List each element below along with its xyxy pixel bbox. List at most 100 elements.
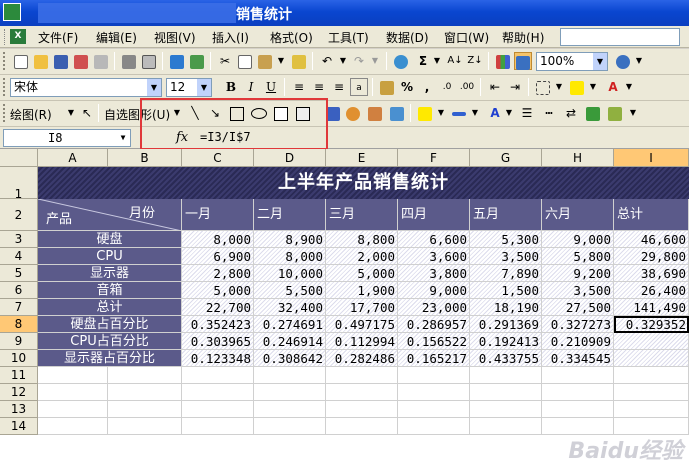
empty-cell[interactable] bbox=[108, 384, 182, 401]
empty-cell[interactable] bbox=[326, 367, 398, 384]
data-cell[interactable]: 32,400 bbox=[254, 299, 326, 316]
data-cell[interactable]: 9,200 bbox=[542, 265, 614, 282]
empty-cell[interactable] bbox=[542, 401, 614, 418]
empty-cell[interactable] bbox=[614, 384, 689, 401]
data-cell[interactable]: 0.112994 bbox=[326, 333, 398, 350]
empty-cell[interactable] bbox=[326, 418, 398, 435]
font-color-button[interactable]: A bbox=[604, 78, 622, 96]
research-icon[interactable] bbox=[188, 52, 206, 70]
data-cell[interactable]: 3,800 bbox=[398, 265, 470, 282]
data-cell[interactable]: 0.210909 bbox=[542, 333, 614, 350]
menu-format[interactable]: 格式(O) bbox=[270, 29, 313, 46]
data-cell[interactable]: 7,890 bbox=[470, 265, 542, 282]
data-cell[interactable]: 2,800 bbox=[182, 265, 254, 282]
menu-help[interactable]: 帮助(H) bbox=[502, 29, 544, 46]
data-cell[interactable]: 9,000 bbox=[542, 231, 614, 248]
column-header-g[interactable]: G bbox=[470, 149, 542, 167]
row-header-4[interactable]: 4 bbox=[0, 248, 38, 265]
data-cell[interactable]: 3,600 bbox=[398, 248, 470, 265]
data-cell[interactable]: 0.308642 bbox=[254, 350, 326, 367]
dash-style-icon[interactable]: ┅ bbox=[540, 104, 558, 122]
font-name-combo[interactable]: 宋体 ▼ bbox=[10, 78, 162, 97]
empty-cell[interactable] bbox=[542, 418, 614, 435]
menu-file[interactable]: 文件(F) bbox=[38, 29, 78, 46]
undo-dropdown-icon[interactable]: ▼ bbox=[338, 52, 348, 70]
empty-cell[interactable] bbox=[326, 384, 398, 401]
data-cell[interactable]: 10,000 bbox=[254, 265, 326, 282]
sheet-title-banner[interactable]: 上半年产品销售统计 bbox=[38, 167, 689, 199]
row-header-7[interactable]: 7 bbox=[0, 299, 38, 316]
empty-cell[interactable] bbox=[182, 384, 254, 401]
data-cell[interactable]: 6,600 bbox=[398, 231, 470, 248]
data-cell[interactable]: 5,800 bbox=[542, 248, 614, 265]
empty-cell[interactable] bbox=[470, 401, 542, 418]
column-header-c[interactable]: C bbox=[182, 149, 254, 167]
italic-button[interactable]: I bbox=[242, 78, 260, 96]
month-header-cell[interactable]: 四月 bbox=[398, 199, 470, 231]
empty-cell[interactable] bbox=[614, 418, 689, 435]
data-cell[interactable]: 5,000 bbox=[182, 282, 254, 299]
data-cell[interactable]: 46,600 bbox=[614, 231, 689, 248]
undo-icon[interactable]: ↶ bbox=[318, 52, 336, 70]
excel-doc-icon[interactable]: X bbox=[10, 29, 26, 44]
print-preview-icon[interactable] bbox=[140, 52, 158, 70]
empty-cell[interactable] bbox=[470, 418, 542, 435]
data-cell[interactable]: 27,500 bbox=[542, 299, 614, 316]
data-cell[interactable]: 5,300 bbox=[470, 231, 542, 248]
empty-cell[interactable] bbox=[470, 367, 542, 384]
month-header-cell[interactable]: 二月 bbox=[254, 199, 326, 231]
3d-style-icon[interactable] bbox=[606, 104, 624, 122]
menu-tools[interactable]: 工具(T) bbox=[328, 29, 369, 46]
increase-indent-icon[interactable]: ⇥ bbox=[506, 78, 524, 96]
name-box[interactable]: I8 ▼ bbox=[3, 129, 131, 147]
copy-icon[interactable] bbox=[236, 52, 254, 70]
align-right-icon[interactable]: ≡ bbox=[330, 78, 348, 96]
zoom-combo[interactable]: 100% ▼ bbox=[536, 52, 608, 71]
draw-dropdown-icon[interactable]: ▼ bbox=[66, 104, 76, 122]
empty-cell[interactable] bbox=[614, 401, 689, 418]
font-color-draw-dropdown-icon[interactable]: ▼ bbox=[504, 104, 514, 122]
email-icon[interactable] bbox=[92, 52, 110, 70]
empty-cell[interactable] bbox=[470, 384, 542, 401]
line-style-icon[interactable]: ☰ bbox=[518, 104, 536, 122]
diagram-icon[interactable] bbox=[344, 104, 362, 122]
percent-button[interactable]: % bbox=[398, 78, 416, 96]
line-color-dropdown-icon[interactable]: ▼ bbox=[470, 104, 480, 122]
fill-dropdown-icon[interactable]: ▼ bbox=[588, 78, 598, 96]
borders-dropdown-icon[interactable]: ▼ bbox=[554, 78, 564, 96]
data-cell[interactable]: 1,500 bbox=[470, 282, 542, 299]
menu-window[interactable]: 窗口(W) bbox=[444, 29, 489, 46]
menu-insert[interactable]: 插入(I) bbox=[212, 29, 249, 46]
worksheet-grid[interactable]: Baidu经验 A B C D E F G H I 1 2 3 4 5 6 7 8 9 10 11 12 13 14 上半年产… bbox=[0, 149, 689, 471]
data-cell[interactable]: 0.246914 bbox=[254, 333, 326, 350]
empty-cell[interactable] bbox=[38, 401, 108, 418]
empty-cell[interactable] bbox=[326, 401, 398, 418]
row-label-cell[interactable]: CPU占百分比 bbox=[38, 333, 182, 350]
month-header-cell[interactable]: 六月 bbox=[542, 199, 614, 231]
font-color-draw-icon[interactable]: A bbox=[486, 104, 504, 122]
arrow-style-icon[interactable]: ⇄ bbox=[562, 104, 580, 122]
data-cell[interactable]: 0.282486 bbox=[326, 350, 398, 367]
month-header-cell[interactable]: 一月 bbox=[182, 199, 254, 231]
month-header-cell[interactable]: 三月 bbox=[326, 199, 398, 231]
month-header-cell[interactable]: 总计 bbox=[614, 199, 689, 231]
save-icon[interactable] bbox=[52, 52, 70, 70]
data-cell[interactable]: 141,490 bbox=[614, 299, 689, 316]
empty-cell[interactable] bbox=[38, 418, 108, 435]
hyperlink-icon[interactable] bbox=[392, 52, 410, 70]
picture-icon[interactable] bbox=[388, 104, 406, 122]
empty-cell[interactable] bbox=[398, 367, 470, 384]
sort-descending-icon[interactable]: Z↓ bbox=[466, 52, 484, 70]
help-icon[interactable] bbox=[614, 52, 632, 70]
data-cell[interactable]: 5,000 bbox=[326, 265, 398, 282]
fill-color-icon[interactable] bbox=[568, 78, 586, 96]
font-dropdown-icon[interactable]: ▼ bbox=[147, 79, 161, 96]
data-cell[interactable]: 0.291369 bbox=[470, 316, 542, 333]
spelling-icon[interactable] bbox=[168, 52, 186, 70]
row-label-cell[interactable]: 硬盘 bbox=[38, 231, 182, 248]
new-icon[interactable] bbox=[12, 52, 30, 70]
data-cell[interactable]: 0.286957 bbox=[398, 316, 470, 333]
data-cell[interactable]: 9,000 bbox=[398, 282, 470, 299]
empty-cell[interactable] bbox=[182, 367, 254, 384]
menu-edit[interactable]: 编辑(E) bbox=[96, 29, 137, 46]
